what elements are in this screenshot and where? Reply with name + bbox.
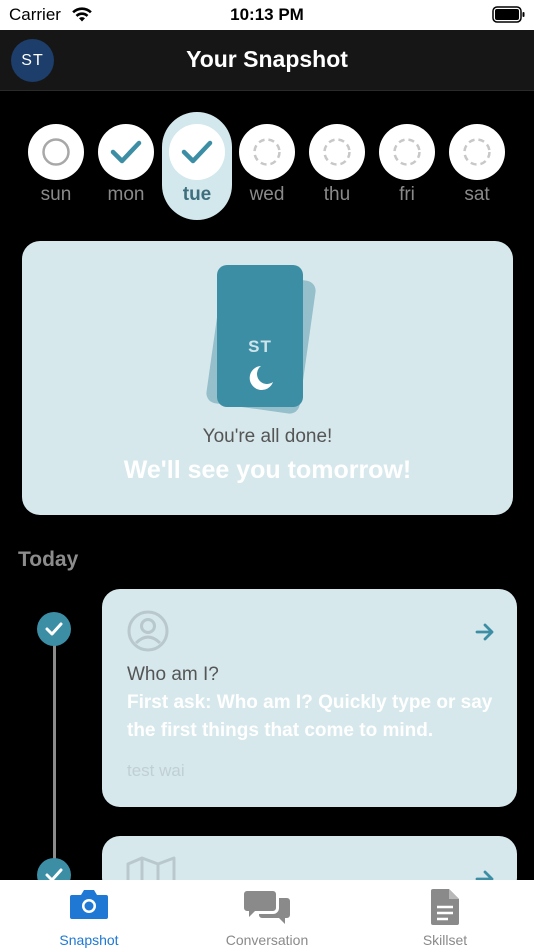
day-label: fri — [399, 184, 415, 205]
tab-skillset[interactable]: Skillset — [356, 880, 534, 950]
day-label: sat — [464, 184, 490, 205]
day-tue[interactable]: tue — [162, 112, 232, 220]
day-label: tue — [182, 184, 212, 205]
status-bar: Carrier 10:13 PM — [0, 0, 534, 30]
document-icon — [356, 888, 534, 926]
card-initials: ST — [248, 337, 272, 356]
day-sun[interactable]: sun — [21, 112, 91, 220]
tab-conversation[interactable]: Conversation — [178, 880, 356, 950]
day-mon[interactable]: mon — [91, 112, 161, 220]
snapshot-card: ST — [217, 265, 303, 407]
tab-label: Snapshot — [59, 932, 119, 948]
battery-icon — [492, 6, 526, 28]
week-selector: sun mon tue wed thu fri sat — [0, 112, 534, 222]
tab-label: Conversation — [225, 932, 309, 948]
clock: 10:13 PM — [230, 5, 304, 24]
checkmark-icon — [169, 124, 225, 180]
day-wed[interactable]: wed — [232, 112, 302, 220]
day-fri[interactable]: fri — [372, 112, 442, 220]
day-label: mon — [107, 184, 145, 205]
empty-circle-icon — [28, 124, 84, 180]
done-submessage: We'll see you tomorrow! — [123, 456, 412, 484]
arrow-right-icon[interactable] — [475, 623, 495, 646]
checkmark-icon — [98, 124, 154, 180]
day-label: wed — [249, 184, 285, 205]
section-title-today: Today — [18, 548, 79, 571]
timeline-line — [53, 630, 56, 890]
day-sat[interactable]: sat — [442, 112, 512, 220]
dashed-circle-icon — [379, 124, 435, 180]
camera-icon — [0, 888, 178, 920]
task-card-who-am-i[interactable]: Who am I? First ask: Who am I? Quickly t… — [102, 589, 517, 807]
day-label: sun — [40, 184, 72, 205]
timeline-check-icon — [37, 612, 71, 646]
tab-bar: Snapshot Conversation Skillset — [0, 880, 534, 950]
chat-bubbles-icon — [178, 888, 356, 926]
done-message: You're all done! — [202, 426, 333, 447]
day-label: thu — [323, 184, 351, 205]
task-title: Who am I? — [127, 664, 219, 685]
task-answer: test wai — [127, 761, 185, 780]
tab-snapshot[interactable]: Snapshot — [0, 880, 178, 950]
dashed-circle-icon — [309, 124, 365, 180]
dashed-circle-icon — [239, 124, 295, 180]
tab-label: Skillset — [422, 932, 468, 948]
nav-bar: ST Your Snapshot — [0, 30, 534, 91]
completion-card: ST You're all done! We'll see you tomorr… — [22, 241, 513, 515]
task-prompt: First ask: Who am I? Quickly type or say… — [127, 692, 493, 741]
day-thu[interactable]: thu — [302, 112, 372, 220]
person-icon — [126, 609, 170, 658]
page-title: Your Snapshot — [186, 46, 348, 72]
moon-icon — [245, 363, 275, 398]
dashed-circle-icon — [449, 124, 505, 180]
